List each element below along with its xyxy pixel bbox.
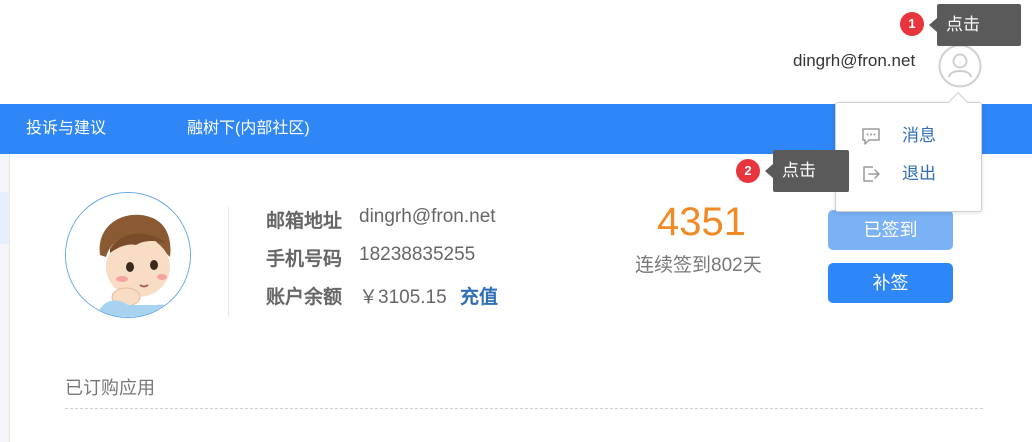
cartoon-avatar-image: [66, 193, 190, 317]
signed-in-button[interactable]: 已签到: [828, 210, 953, 250]
nav-item-complaints[interactable]: 投诉与建议: [26, 104, 106, 154]
phone-value: 18238835255: [359, 244, 476, 265]
user-email: dingrh@fron.net: [793, 51, 916, 70]
profile-avatar: [65, 192, 191, 318]
user-dropdown-menu: 消息 退出: [835, 102, 982, 212]
profile-divider: [228, 206, 229, 316]
dropdown-item-logout[interactable]: 退出: [836, 159, 981, 189]
annotation-tooltip-1: 点击: [937, 4, 1021, 46]
balance-row: ￥3105.15 充值: [359, 282, 498, 309]
message-icon: [860, 125, 882, 147]
user-icon: [938, 44, 982, 88]
annotation-badge-1: 1: [900, 12, 924, 36]
annotation-arrow-2: [765, 164, 773, 178]
user-avatar-button[interactable]: [938, 44, 982, 88]
email-value: dingrh@fron.net: [359, 206, 496, 227]
nav-item-community[interactable]: 融树下(内部社区): [187, 104, 310, 154]
recharge-link[interactable]: 充值: [460, 287, 498, 308]
phone-label: 手机号码: [266, 249, 343, 270]
section-divider: [65, 408, 983, 409]
annotation-badge-2: 2: [736, 159, 760, 183]
balance-label: 账户余额: [266, 287, 343, 308]
dropdown-logout-label: 退出: [902, 164, 936, 183]
email-label: 邮箱地址: [266, 211, 343, 232]
left-sidebar-active-marker: [0, 192, 9, 244]
annotation-tooltip-2: 点击: [773, 150, 849, 192]
annotation-arrow-1: [929, 18, 937, 32]
makeup-sign-button[interactable]: 补签: [828, 263, 953, 303]
subscribed-apps-title: 已订购应用: [65, 378, 155, 398]
dropdown-item-messages[interactable]: 消息: [836, 121, 981, 151]
points-count: 4351: [657, 200, 746, 244]
dropdown-messages-label: 消息: [902, 126, 936, 145]
balance-value: ￥3105.15: [359, 287, 447, 308]
logout-icon: [860, 163, 882, 185]
streak-text: 连续签到802天: [635, 255, 762, 276]
